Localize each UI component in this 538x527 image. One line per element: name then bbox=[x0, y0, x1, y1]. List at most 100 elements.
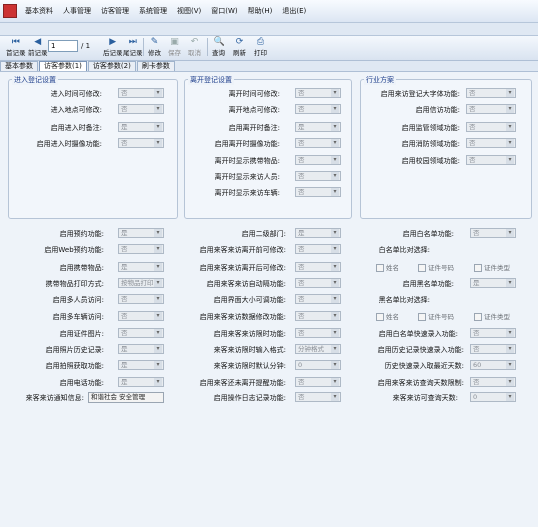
c2-timelimit-select[interactable]: 否 bbox=[295, 328, 341, 338]
toolbar-separator bbox=[143, 38, 144, 56]
tab-visitor-params-2[interactable]: 访客参数(2) bbox=[87, 61, 136, 71]
c2-resize-select[interactable]: 否 bbox=[295, 294, 341, 304]
entry-place-select[interactable]: 否 bbox=[118, 104, 164, 114]
c2-subdept-select[interactable]: 是 bbox=[295, 228, 341, 238]
blacklist-check-idtype[interactable]: 证件类型 bbox=[474, 311, 510, 321]
c2-editbefore-label: 启用来客来访离开前可修改: bbox=[199, 246, 286, 254]
whitelist-check-idtype[interactable]: 证件类型 bbox=[474, 262, 510, 272]
first-record-icon: ⏮ bbox=[11, 37, 20, 47]
industry-bigfont-select[interactable]: 否 bbox=[466, 88, 516, 98]
history-days-spinner[interactable]: 60 bbox=[470, 360, 516, 370]
menu-window[interactable]: 窗口(W) bbox=[206, 4, 242, 18]
menu-hr[interactable]: 人事管理 bbox=[58, 4, 96, 18]
c2-limitformat-select[interactable]: 分钟格式 bbox=[295, 344, 341, 354]
prev-record-button[interactable]: ◀ 前记录 bbox=[28, 37, 48, 57]
c1-capture-select[interactable]: 是 bbox=[118, 360, 164, 370]
tab-basic-params[interactable]: 基本参数 bbox=[0, 61, 38, 71]
menu-system[interactable]: 系统管理 bbox=[134, 4, 172, 18]
c2-resize-label: 启用界面大小可调功能: bbox=[213, 296, 286, 304]
c2-dataedit-select[interactable]: 否 bbox=[295, 311, 341, 321]
leave-time-select[interactable]: 否 bbox=[295, 88, 341, 98]
query-days-spinner[interactable]: 0 bbox=[470, 392, 516, 402]
search-icon: 🔍 bbox=[213, 37, 225, 47]
last-record-button[interactable]: ⏭ 尾记录 bbox=[123, 37, 143, 57]
whitelist-check-idno[interactable]: 证件号码 bbox=[418, 262, 454, 272]
checkbox-icon bbox=[376, 264, 384, 272]
c1-webbooking-select[interactable]: 否 bbox=[118, 244, 164, 254]
industry-fire-select[interactable]: 否 bbox=[466, 138, 516, 148]
next-record-button[interactable]: ▶ 后记录 bbox=[103, 37, 123, 57]
leave-visitors-select[interactable]: 否 bbox=[295, 171, 341, 181]
next-record-icon: ▶ bbox=[109, 37, 117, 47]
record-number-input[interactable] bbox=[48, 40, 78, 52]
menu-basic-data[interactable]: 基本资料 bbox=[20, 4, 58, 18]
save-button[interactable]: ▣ 保存 bbox=[168, 37, 181, 57]
c1-multiperson-select[interactable]: 否 bbox=[118, 294, 164, 304]
query-button[interactable]: 🔍 查询 bbox=[212, 37, 225, 57]
c2-editafter-label: 启用来客来访离开后可修改: bbox=[199, 264, 286, 272]
c1-items-select[interactable]: 是 bbox=[118, 262, 164, 272]
c2-limitformat-label: 来客来访限时输入格式: bbox=[213, 346, 286, 354]
c1-idphoto-label: 启用证件图片: bbox=[59, 330, 104, 338]
whitelist-select[interactable]: 否 bbox=[470, 228, 516, 238]
c2-defaultminutes-spinner[interactable]: 0 bbox=[295, 360, 341, 370]
leave-items-select[interactable]: 否 bbox=[295, 155, 341, 165]
history-entry-select[interactable]: 否 bbox=[470, 344, 516, 354]
query-limit-select[interactable]: 否 bbox=[470, 377, 516, 387]
whitelist-compare-label: 白名单比对选择: bbox=[378, 246, 430, 254]
leave-place-select[interactable]: 否 bbox=[295, 104, 341, 114]
entry-time-select[interactable]: 否 bbox=[118, 88, 164, 98]
leave-visitors-label: 离开时显示来访人员: bbox=[214, 173, 280, 181]
menu-view[interactable]: 视图(V) bbox=[172, 4, 206, 18]
c2-oplog-select[interactable]: 否 bbox=[295, 392, 341, 402]
industry-supervision-select[interactable]: 否 bbox=[466, 122, 516, 132]
tab-visitor-params-1[interactable]: 访客参数(1) bbox=[39, 61, 87, 71]
entry-camera-label: 启用进入时摄像功能: bbox=[36, 140, 102, 148]
leave-vehicles-select[interactable]: 否 bbox=[295, 187, 341, 197]
leave-remark-label: 启用离开时备注: bbox=[228, 124, 280, 132]
record-total: / 1 bbox=[81, 42, 91, 50]
checkbox-icon bbox=[474, 313, 482, 321]
industry-supervision-label: 启用监管领域功能: bbox=[401, 124, 460, 132]
whitelist-check-name[interactable]: 姓名 bbox=[376, 262, 399, 272]
c1-webbooking-label: 启用Web预约功能: bbox=[44, 246, 104, 254]
c1-printmode-select[interactable]: 按物品打印 bbox=[118, 278, 164, 288]
leave-camera-label: 启用离开时摄像功能: bbox=[214, 140, 280, 148]
c1-idphoto-select[interactable]: 否 bbox=[118, 328, 164, 338]
query-days-label: 来客来访可查询天数: bbox=[392, 394, 458, 402]
entry-camera-select[interactable]: 否 bbox=[118, 138, 164, 148]
industry-petition-select[interactable]: 否 bbox=[466, 104, 516, 114]
c1-booking-select[interactable]: 是 bbox=[118, 228, 164, 238]
leave-remark-select[interactable]: 是 bbox=[295, 122, 341, 132]
c1-phone-select[interactable]: 是 bbox=[118, 377, 164, 387]
menu-visitor[interactable]: 访客管理 bbox=[96, 4, 134, 18]
refresh-button[interactable]: ⟳ 刷新 bbox=[233, 37, 246, 57]
fast-entry-select[interactable]: 否 bbox=[470, 328, 516, 338]
industry-bigfont-label: 启用来访登记大字体功能: bbox=[380, 90, 460, 98]
c2-remind-select[interactable]: 否 bbox=[295, 377, 341, 387]
blacklist-check-name[interactable]: 姓名 bbox=[376, 311, 399, 321]
industry-campus-select[interactable]: 否 bbox=[466, 155, 516, 165]
menu-help[interactable]: 帮助(H) bbox=[243, 4, 278, 18]
c2-editbefore-select[interactable]: 否 bbox=[295, 244, 341, 254]
cancel-button[interactable]: ↶ 取消 bbox=[188, 37, 201, 57]
print-button[interactable]: ⎙ 打印 bbox=[254, 37, 267, 57]
c1-photohistory-select[interactable]: 是 bbox=[118, 344, 164, 354]
blacklist-check-idno[interactable]: 证件号码 bbox=[418, 311, 454, 321]
menu-exit[interactable]: 退出(E) bbox=[277, 4, 311, 18]
c2-timelimit-label: 启用来客来访限时功能: bbox=[213, 330, 286, 338]
industry-group-title: 行业方案 bbox=[364, 75, 396, 85]
c2-autointerval-select[interactable]: 否 bbox=[295, 278, 341, 288]
entry-remark-select[interactable]: 是 bbox=[118, 122, 164, 132]
tab-card-params[interactable]: 刷卡参数 bbox=[136, 61, 175, 71]
modify-button[interactable]: ✎ 修改 bbox=[148, 37, 161, 57]
c2-editafter-select[interactable]: 否 bbox=[295, 262, 341, 272]
c1-multivehicle-select[interactable]: 否 bbox=[118, 311, 164, 321]
edit-icon: ✎ bbox=[150, 37, 159, 47]
first-record-button[interactable]: ⏮ 首记录 bbox=[6, 37, 26, 57]
refresh-icon: ⟳ bbox=[235, 37, 244, 47]
fast-entry-label: 启用白名单快速录入功能: bbox=[378, 330, 458, 338]
leave-camera-select[interactable]: 否 bbox=[295, 138, 341, 148]
blacklist-select[interactable]: 是 bbox=[470, 278, 516, 288]
notify-text-field[interactable]: 和谐社会 安全管理 bbox=[88, 392, 164, 403]
